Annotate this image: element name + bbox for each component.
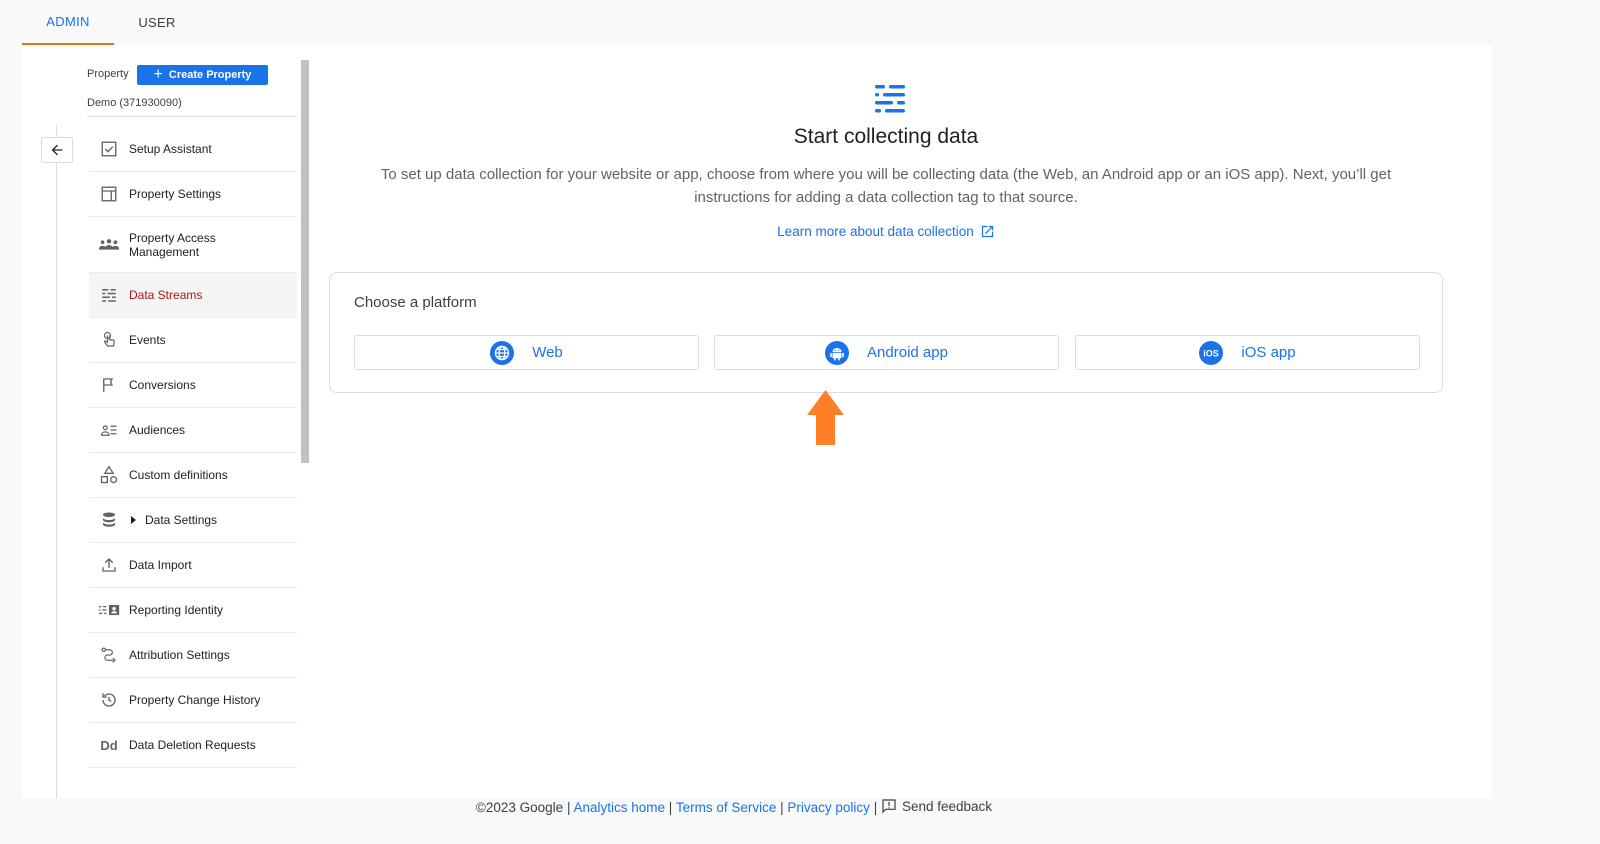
nav-item-audiences[interactable]: Audiences	[89, 408, 297, 453]
touch-icon	[89, 330, 129, 350]
database-icon	[89, 511, 129, 529]
nav-label: Custom definitions	[129, 468, 228, 482]
choose-platform-label: Choose a platform	[354, 294, 477, 311]
divider	[87, 116, 297, 117]
tab-admin[interactable]: ADMIN	[22, 0, 114, 45]
feedback-icon	[882, 799, 896, 814]
nav-label-line: Management	[129, 244, 200, 259]
footer-sep: |	[873, 800, 878, 815]
arrow-left-icon	[51, 144, 63, 156]
platform-chooser: Choose a platform Web Android app iOS iO…	[329, 272, 1443, 393]
property-label: Property	[87, 68, 129, 80]
nav-label: Property Change History	[129, 693, 261, 707]
nav-label: Events	[129, 333, 166, 347]
analytics-home-link[interactable]: Analytics home	[573, 800, 665, 815]
web-platform-button[interactable]: Web	[354, 335, 699, 370]
page-title: Start collecting data	[793, 125, 979, 148]
learn-more-label: Learn more about data collection	[777, 224, 974, 239]
nav-label: Data Streams	[129, 288, 203, 302]
data-streams-icon	[89, 286, 129, 304]
nav-item-conversions[interactable]: Conversions	[89, 363, 297, 408]
reporting-identity-icon	[89, 603, 129, 617]
create-property-button[interactable]: + Create Property	[137, 65, 268, 85]
flag-icon	[89, 376, 129, 394]
web-label: Web	[532, 344, 563, 361]
nav-item-property-access-management[interactable]: Property Access Management	[89, 217, 297, 273]
android-icon	[825, 340, 850, 365]
footer: ©2023 Google | Analytics home | Terms of…	[0, 798, 1468, 816]
terms-of-service-link[interactable]: Terms of Service	[676, 800, 777, 815]
checkbox-checked-icon	[89, 140, 129, 158]
tab-user[interactable]: USER	[114, 0, 200, 45]
ios-icon-text: iOS	[1204, 348, 1220, 358]
nav-label: Data Deletion Requests	[129, 738, 256, 752]
nav-item-setup-assistant[interactable]: Setup Assistant	[89, 127, 297, 172]
send-feedback-label: Send feedback	[901, 798, 993, 814]
nav-item-reporting-identity[interactable]: Reporting Identity	[89, 588, 297, 633]
create-property-label: Create Property	[168, 69, 252, 81]
nav-item-data-deletion-requests[interactable]: Dd Data Deletion Requests	[89, 723, 297, 768]
nav-item-events[interactable]: Events	[89, 318, 297, 363]
route-icon	[89, 646, 129, 664]
nav-item-property-change-history[interactable]: Property Change History	[89, 678, 297, 723]
top-tabs: ADMIN USER	[22, 0, 1492, 45]
caret-right-icon[interactable]	[131, 516, 136, 524]
nav-label: Setup Assistant	[129, 142, 212, 156]
audience-icon	[89, 421, 129, 439]
privacy-policy-link[interactable]: Privacy policy	[787, 800, 870, 815]
nav-label: Conversions	[129, 378, 196, 392]
property-nav: Setup Assistant Property Settings Proper…	[89, 127, 297, 768]
footer-sep: |	[566, 800, 571, 815]
data-deletion-icon: Dd	[100, 737, 118, 753]
divider	[56, 130, 57, 798]
open-in-new-icon	[981, 225, 993, 238]
nav-label: Attribution Settings	[129, 648, 230, 662]
nav-label: Data Import	[129, 558, 192, 572]
ios-platform-button[interactable]: iOS iOS app	[1075, 335, 1420, 370]
nav-label: Reporting Identity	[129, 603, 224, 617]
shapes-icon	[89, 465, 129, 485]
footer-sep: |	[780, 800, 784, 815]
back-button[interactable]	[41, 137, 73, 163]
globe-icon	[490, 340, 515, 365]
nav-item-data-streams[interactable]: Data Streams	[89, 273, 297, 318]
plus-icon: +	[153, 65, 163, 83]
learn-more-link[interactable]: Learn more about data collection	[329, 224, 1443, 239]
android-platform-button[interactable]: Android app	[714, 335, 1059, 370]
nav-label: Audiences	[129, 423, 186, 437]
layout-icon	[89, 185, 129, 203]
ios-icon: iOS	[1199, 340, 1224, 365]
scrollbar[interactable]	[301, 60, 309, 463]
people-icon	[89, 238, 129, 252]
nav-item-property-settings[interactable]: Property Settings	[89, 172, 297, 217]
nav-item-custom-definitions[interactable]: Custom definitions	[89, 453, 297, 498]
nav-item-attribution-settings[interactable]: Attribution Settings	[89, 633, 297, 678]
copyright: ©2023 Google	[475, 800, 564, 815]
footer-sep: |	[668, 800, 673, 815]
send-feedback-button[interactable]: Send feedback	[881, 798, 992, 814]
ios-label: iOS app	[1241, 344, 1296, 361]
nav-item-data-settings[interactable]: Data Settings	[89, 498, 297, 543]
history-icon	[89, 691, 129, 709]
nav-label: Property Access Management	[129, 231, 216, 259]
arrow-up-indicator	[807, 390, 844, 450]
nav-item-data-import[interactable]: Data Import	[89, 543, 297, 588]
nav-label-line: Property Access	[129, 230, 216, 245]
upload-icon	[89, 556, 129, 574]
nav-label: Property Settings	[129, 187, 222, 201]
android-label: Android app	[867, 344, 948, 361]
property-name: Demo (371930090)	[87, 97, 182, 109]
data-streams-icon	[875, 85, 905, 118]
page-description: To set up data collection for your websi…	[380, 166, 1392, 206]
admin-card: Property + Create Property Demo (3719300…	[22, 45, 1492, 798]
nav-label: Data Settings	[145, 513, 218, 527]
